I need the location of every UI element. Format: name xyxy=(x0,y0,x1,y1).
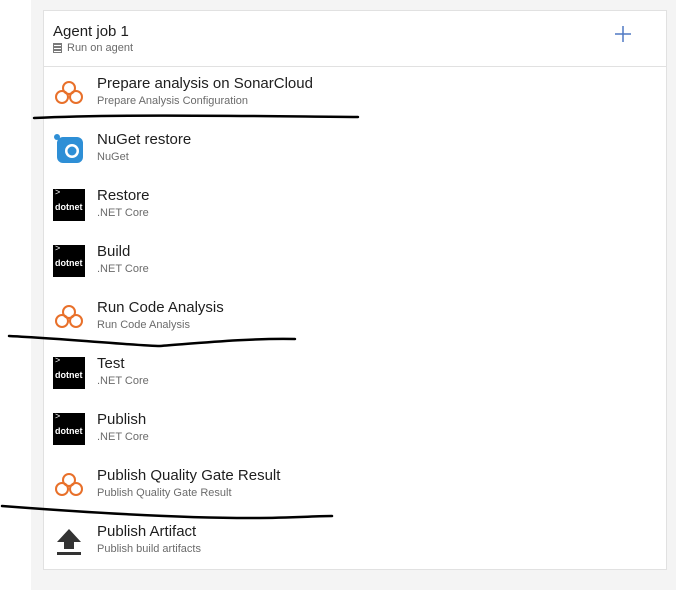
dotnet-icon: > dotnet xyxy=(53,187,85,221)
dotnet-label: dotnet xyxy=(55,202,83,212)
nuget-icon xyxy=(54,134,83,163)
task-name: Publish xyxy=(97,411,147,428)
task-name: Prepare analysis on SonarCloud xyxy=(97,75,313,92)
dotnet-icon: > dotnet xyxy=(53,243,85,277)
agent-job-subtitle: Run on agent xyxy=(53,42,133,54)
task-row[interactable]: Publish Artifact Publish build artifacts xyxy=(45,515,667,571)
task-name: Build xyxy=(97,243,131,260)
task-subtitle: Run Code Analysis xyxy=(97,319,190,331)
task-row[interactable]: > dotnet Build .NET Core xyxy=(45,235,667,291)
task-row[interactable]: NuGet restore NuGet xyxy=(45,123,667,179)
task-subtitle: .NET Core xyxy=(97,263,149,275)
task-row[interactable]: > dotnet Test .NET Core xyxy=(45,347,667,403)
dotnet-prompt: > xyxy=(55,355,61,365)
task-name: Test xyxy=(97,355,125,372)
agent-job-card: Agent job 1 Run on agent Prepare analysi… xyxy=(43,10,667,570)
sonarcloud-icon xyxy=(55,305,83,328)
add-task-button[interactable] xyxy=(614,25,632,43)
task-row[interactable]: Publish Quality Gate Result Publish Qual… xyxy=(45,459,667,515)
task-name: NuGet restore xyxy=(97,131,192,148)
task-name: Run Code Analysis xyxy=(97,299,224,316)
task-name: Publish Quality Gate Result xyxy=(97,467,281,484)
task-subtitle: Prepare Analysis Configuration xyxy=(97,95,249,107)
task-subtitle: .NET Core xyxy=(97,207,149,219)
sonarcloud-icon xyxy=(55,81,83,104)
agent-job-header[interactable]: Agent job 1 Run on agent xyxy=(44,11,666,67)
dotnet-label: dotnet xyxy=(55,426,83,436)
task-subtitle: Publish build artifacts xyxy=(97,543,201,555)
task-subtitle: .NET Core xyxy=(97,375,149,387)
upload-icon xyxy=(57,529,81,555)
agent-job-title[interactable]: Agent job 1 xyxy=(53,23,129,40)
dotnet-icon: > dotnet xyxy=(53,411,85,445)
task-row[interactable]: > dotnet Restore .NET Core xyxy=(45,179,667,235)
dotnet-label: dotnet xyxy=(55,258,83,268)
task-name: Restore xyxy=(97,187,150,204)
server-icon xyxy=(53,43,62,53)
task-subtitle: Publish Quality Gate Result xyxy=(97,487,232,499)
task-subtitle: NuGet xyxy=(97,151,129,163)
task-row[interactable]: > dotnet Publish .NET Core xyxy=(45,403,667,459)
dotnet-prompt: > xyxy=(55,187,61,197)
dotnet-prompt: > xyxy=(55,243,61,253)
task-row[interactable]: Run Code Analysis Run Code Analysis xyxy=(45,291,667,347)
dotnet-icon: > dotnet xyxy=(53,355,85,389)
task-name: Publish Artifact xyxy=(97,523,197,540)
dotnet-prompt: > xyxy=(55,411,61,421)
task-row[interactable]: Prepare analysis on SonarCloud Prepare A… xyxy=(45,67,667,123)
task-subtitle: .NET Core xyxy=(97,431,149,443)
dotnet-label: dotnet xyxy=(55,370,83,380)
agent-job-subtitle-text: Run on agent xyxy=(67,42,134,54)
sonarcloud-icon xyxy=(55,473,83,496)
